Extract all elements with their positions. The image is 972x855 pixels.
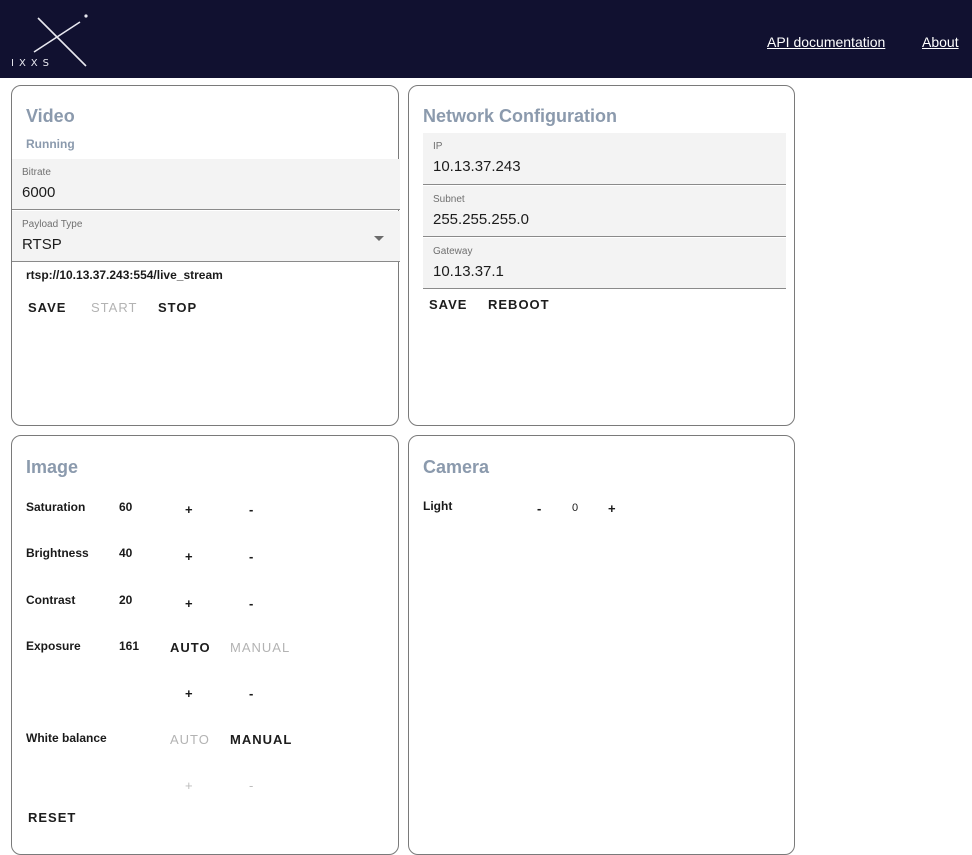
saturation-plus-button[interactable]: +: [185, 502, 193, 517]
logo-text: IXXS: [11, 58, 54, 69]
bitrate-value: 6000: [22, 184, 56, 201]
video-card: Video Running Bitrate 6000 Payload Type …: [11, 85, 400, 426]
light-value: 0: [572, 502, 579, 514]
exposure-minus-button[interactable]: -: [249, 686, 253, 701]
subnet-field[interactable]: Subnet 255.255.255.0: [423, 186, 786, 237]
brightness-value: 40: [119, 546, 133, 560]
stream-url: rtsp://10.13.37.243:554/live_stream: [26, 268, 223, 282]
light-plus-button[interactable]: +: [608, 501, 616, 516]
white-balance-auto-button[interactable]: AUTO: [170, 732, 210, 747]
exposure-label: Exposure: [26, 639, 81, 653]
video-status: Running: [26, 137, 75, 151]
subnet-label: Subnet: [433, 194, 465, 205]
video-start-button[interactable]: START: [91, 300, 137, 315]
brightness-label: Brightness: [26, 546, 89, 560]
ip-label: IP: [433, 141, 443, 152]
light-minus-button[interactable]: -: [537, 501, 541, 516]
ip-value: 10.13.37.243: [433, 158, 521, 175]
saturation-minus-button[interactable]: -: [249, 502, 253, 517]
top-navbar: IXXS API documentation About: [0, 0, 972, 78]
payload-type-label: Payload Type: [22, 219, 83, 230]
camera-card: Camera Light - 0 +: [408, 435, 795, 855]
gateway-label: Gateway: [433, 246, 473, 257]
contrast-plus-button[interactable]: +: [185, 596, 193, 611]
saturation-label: Saturation: [26, 500, 86, 514]
exposure-plus-button[interactable]: +: [185, 686, 193, 701]
contrast-value: 20: [119, 593, 133, 607]
api-documentation-link[interactable]: API documentation: [767, 34, 885, 50]
payload-type-select[interactable]: Payload Type RTSP: [12, 211, 400, 262]
brightness-plus-button[interactable]: +: [185, 549, 193, 564]
white-balance-plus-button[interactable]: +: [185, 778, 193, 793]
subnet-value: 255.255.255.0: [433, 211, 529, 228]
about-link[interactable]: About: [922, 34, 959, 50]
video-save-button[interactable]: SAVE: [28, 300, 66, 315]
contrast-minus-button[interactable]: -: [249, 596, 253, 611]
image-card: Image Saturation 60 + - Brightness 40 + …: [11, 435, 399, 855]
bitrate-label: Bitrate: [22, 167, 51, 178]
white-balance-minus-button[interactable]: -: [249, 778, 253, 793]
chevron-down-icon: [374, 236, 384, 241]
ixxs-logo[interactable]: IXXS: [8, 8, 96, 74]
saturation-value: 60: [119, 500, 133, 514]
network-save-button[interactable]: SAVE: [429, 297, 467, 312]
bitrate-field[interactable]: Bitrate 6000: [12, 159, 400, 210]
image-reset-button[interactable]: RESET: [28, 810, 76, 825]
white-balance-label: White balance: [26, 731, 107, 745]
reboot-button[interactable]: REBOOT: [488, 297, 550, 312]
video-stop-button[interactable]: STOP: [158, 300, 197, 315]
network-card-title: Network Configuration: [423, 106, 617, 126]
camera-card-title: Camera: [423, 457, 490, 477]
exposure-value: 161: [119, 639, 140, 653]
gateway-value: 10.13.37.1: [433, 263, 504, 280]
image-card-title: Image: [26, 457, 79, 477]
video-card-title: Video: [26, 106, 75, 126]
exposure-auto-button[interactable]: AUTO: [170, 640, 211, 655]
network-configuration-card: Network Configuration IP 10.13.37.243 Su…: [408, 85, 795, 426]
white-balance-manual-button[interactable]: MANUAL: [230, 732, 292, 747]
light-label: Light: [423, 499, 453, 513]
gateway-field[interactable]: Gateway 10.13.37.1: [423, 238, 786, 289]
payload-type-value: RTSP: [22, 236, 62, 253]
ip-field[interactable]: IP 10.13.37.243: [423, 133, 786, 185]
contrast-label: Contrast: [26, 593, 76, 607]
exposure-manual-button[interactable]: MANUAL: [230, 640, 290, 655]
brightness-minus-button[interactable]: -: [249, 549, 253, 564]
